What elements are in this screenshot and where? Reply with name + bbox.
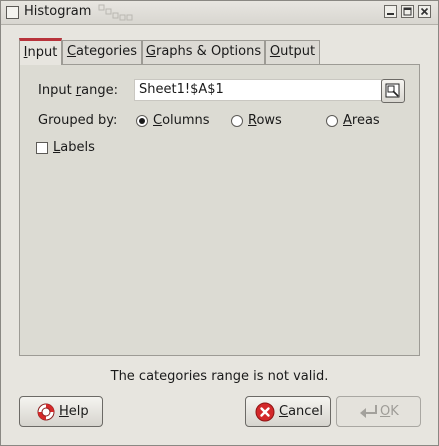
cancel-button[interactable]: Cancel — [245, 396, 331, 427]
close-icon — [420, 7, 429, 16]
input-range-value: Sheet1!$A$1 — [139, 82, 224, 97]
maximize-button[interactable] — [401, 5, 414, 18]
tab-categories-label: Categories — [66, 44, 138, 59]
radio-areas-label[interactable]: Areas — [343, 113, 380, 128]
cancel-icon — [255, 402, 275, 422]
grouped-by-label: Grouped by: — [38, 113, 118, 128]
tab-input[interactable]: Input — [19, 38, 62, 65]
tab-output-label: Output — [269, 44, 316, 59]
minimize-button[interactable] — [384, 5, 397, 18]
lifebuoy-help-icon — [37, 403, 55, 421]
tab-graphs-options-label: Graphs & Options — [145, 44, 262, 59]
title-bar[interactable]: Histogram — [1, 1, 438, 25]
input-range-field[interactable]: Sheet1!$A$1 — [134, 79, 382, 101]
tab-input-label: Input — [23, 45, 58, 60]
labels-checkbox[interactable] — [36, 142, 48, 154]
labels-checkbox-label[interactable]: Labels — [53, 140, 95, 155]
tab-graphs-options[interactable]: Graphs & Options — [142, 40, 265, 64]
minimize-icon — [387, 13, 394, 15]
titlebar-grip-icon — [98, 4, 133, 21]
ok-button-label: OK — [380, 404, 399, 419]
radio-areas[interactable] — [326, 115, 338, 127]
radio-rows-label[interactable]: Rows — [248, 113, 282, 128]
help-button[interactable]: Help — [19, 396, 103, 427]
ok-button[interactable]: OK — [336, 396, 421, 427]
help-button-label: Help — [59, 404, 89, 419]
validation-message: The categories range is not valid. — [110, 369, 329, 384]
radio-columns-label[interactable]: Columns — [153, 113, 210, 128]
maximize-icon — [403, 7, 412, 16]
radio-rows[interactable] — [231, 115, 243, 127]
window-menu-icon[interactable] — [6, 6, 19, 19]
tab-categories[interactable]: Categories — [62, 40, 142, 64]
cancel-button-label: Cancel — [279, 404, 324, 419]
enter-arrow-icon — [360, 405, 377, 418]
window-title: Histogram — [24, 4, 92, 19]
radio-columns[interactable] — [136, 115, 148, 127]
range-selector-button[interactable] — [381, 79, 405, 103]
range-picker-icon — [385, 83, 400, 98]
close-window-button[interactable] — [418, 5, 431, 18]
input-range-label: Input range: — [38, 83, 118, 98]
tab-output[interactable]: Output — [265, 40, 320, 64]
input-tab-panel: Input range: Sheet1!$A$1 Grouped by: Col… — [19, 64, 420, 356]
histogram-dialog: Histogram Input Categories Graphs & Opti… — [0, 0, 439, 446]
